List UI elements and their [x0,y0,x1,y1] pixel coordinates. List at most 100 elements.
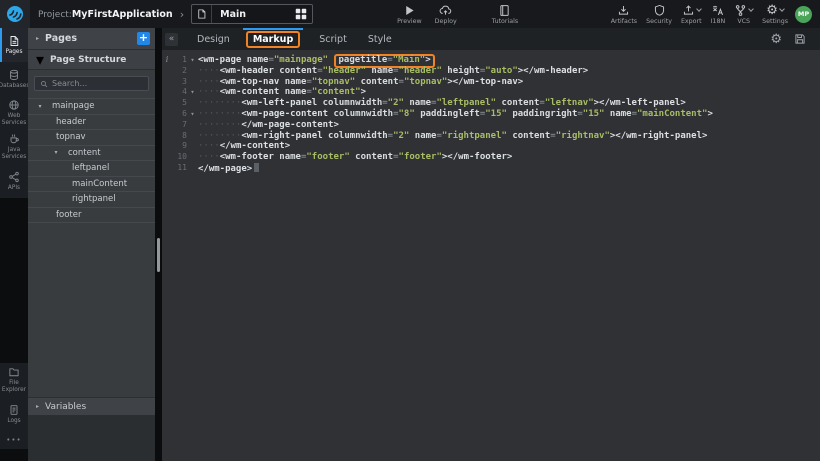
save-icon[interactable] [794,33,806,45]
pages-section-header[interactable]: ▸ Pages + [28,28,155,50]
page-selector[interactable]: Main [191,4,313,24]
rail-item-label: Logs [7,418,20,425]
rail-item-java-services[interactable]: Java Services [0,130,28,164]
add-page-button[interactable]: + [137,32,150,45]
tree-item-header[interactable]: header [28,114,155,130]
tab-design[interactable]: Design [195,32,232,47]
tree-item-mainpage[interactable]: ▾mainpage [28,98,155,114]
artifacts-download-icon [617,4,630,17]
page-grid-icon[interactable] [290,8,312,20]
search-input[interactable] [52,79,143,88]
tab-style[interactable]: Style [366,32,394,47]
wavemaker-logo[interactable] [0,0,30,28]
code-line-11: 11</wm-page> [162,163,820,174]
structure-search[interactable] [34,76,149,91]
pages-panel: ▸ Pages + ▾ Page Structure ▾mainpagehead… [28,28,155,461]
action-label: Artifacts [611,18,637,25]
chevron-down-icon[interactable]: ▾ [36,103,44,110]
folder-icon [8,366,20,378]
rail-item-logs[interactable]: Logs [0,397,28,431]
code-line-2: 2····<wm-header content="header" name="h… [162,66,820,77]
rail-item-label: Java Services [1,147,27,160]
gutter-info-icon [162,163,172,174]
tree-item-label: leftpanel [72,163,109,173]
markup-settings-gear-icon[interactable]: ⚙ [770,33,782,46]
artifacts-button[interactable]: Artifacts [611,3,637,25]
tab-markup[interactable]: Markup [246,31,300,48]
rail-item-label: APIs [8,185,20,192]
tree-item-topnav[interactable]: topnav [28,129,155,145]
i18n-button[interactable]: I18N [711,3,726,25]
fold-toggle-icon [187,66,198,77]
preview-button[interactable]: Preview [397,3,422,25]
deploy-button[interactable]: Deploy [435,3,457,25]
page-structure-label: Page Structure [50,55,126,65]
project-breadcrumb: Project:MyFirstApplication [38,9,173,20]
user-avatar[interactable]: MP [795,6,812,23]
chevron-down-icon [779,6,785,12]
fold-toggle-icon[interactable]: ▾ [187,55,198,66]
vcs-button[interactable]: VCS [734,3,753,25]
fold-toggle-icon[interactable]: ▾ [187,87,198,98]
tutorials-book-icon [498,4,511,17]
line-number: 8 [172,131,187,142]
chevron-down-icon [696,6,702,12]
editor-region: « Design Markup Script Style ⚙ i1▾<wm-page … [162,28,820,461]
rail-item-file-explorer[interactable]: File Explorer [0,363,28,397]
fold-toggle-icon [187,77,198,88]
rail-spacer [0,198,28,363]
security-shield-icon [653,4,666,17]
rail-item-label: Web Services [1,113,27,126]
variables-section-header[interactable]: ▸ Variables [28,397,155,416]
export-upload-icon [682,4,695,17]
selected-page-name: Main [212,9,290,20]
pages-section-label: Pages [45,33,77,44]
security-button[interactable]: Security [646,3,672,25]
settings-gear-icon: ⚙ [766,4,778,17]
line-number: 5 [172,98,187,109]
fold-toggle-icon[interactable]: ▾ [187,109,198,120]
gutter-info-icon [162,141,172,152]
rail-item-pages[interactable]: Pages [0,28,28,62]
export-button[interactable]: Export [681,3,702,25]
top-bar: Project:MyFirstApplication › Main Previe… [0,0,820,28]
settings-button[interactable]: ⚙Settings [762,3,788,25]
tutorials-button[interactable]: Tutorials [492,3,518,25]
fold-toggle-icon [187,98,198,109]
panel-scrollbar[interactable] [155,28,162,461]
page-structure-header[interactable]: ▾ Page Structure [28,50,155,70]
java-cup-icon [8,133,20,145]
rail-item-apis[interactable]: APIs [0,164,28,198]
line-number: 6 [172,109,187,120]
action-label: VCS [737,18,750,25]
collapse-panel-button[interactable]: « [165,33,178,46]
text-cursor [254,163,259,172]
logs-doc-icon [8,404,20,416]
line-number: 1 [172,55,187,66]
rail-more-button[interactable]: ••• [0,431,28,449]
fold-toggle-icon [187,141,198,152]
scrollbar-thumb[interactable] [157,238,160,272]
markup-code-editor[interactable]: i1▾<wm-page name="mainpage" pagetitle="M… [162,50,820,461]
tree-item-leftpanel[interactable]: leftpanel [28,160,155,176]
chevron-down-icon[interactable]: ▾ [52,149,60,156]
tree-item-rightpanel[interactable]: rightpanel [28,191,155,207]
fold-toggle-icon [187,152,198,163]
tree-item-mainContent[interactable]: mainContent [28,176,155,192]
code-line-1: i1▾<wm-page name="mainpage" pagetitle="M… [162,55,820,66]
gutter-info-icon [162,131,172,142]
tree-item-label: topnav [56,132,86,142]
action-label: I18N [711,18,726,25]
rail-item-web-services[interactable]: Web Services [0,96,28,130]
rail-item-databases[interactable]: Databases [0,62,28,96]
line-number: 3 [172,77,187,88]
tree-item-footer[interactable]: footer [28,207,155,223]
code-line-3: 3····<wm-top-nav name="topnav" content="… [162,77,820,88]
topbar-left-actions: Preview Deploy Tutorials [397,3,518,25]
action-label: Export [681,18,702,25]
chevron-right-icon: ▸ [36,403,39,410]
tree-item-label: mainContent [72,179,127,189]
tab-script[interactable]: Script [317,32,349,47]
apis-nodes-icon [8,171,20,183]
tree-item-content[interactable]: ▾content [28,145,155,161]
